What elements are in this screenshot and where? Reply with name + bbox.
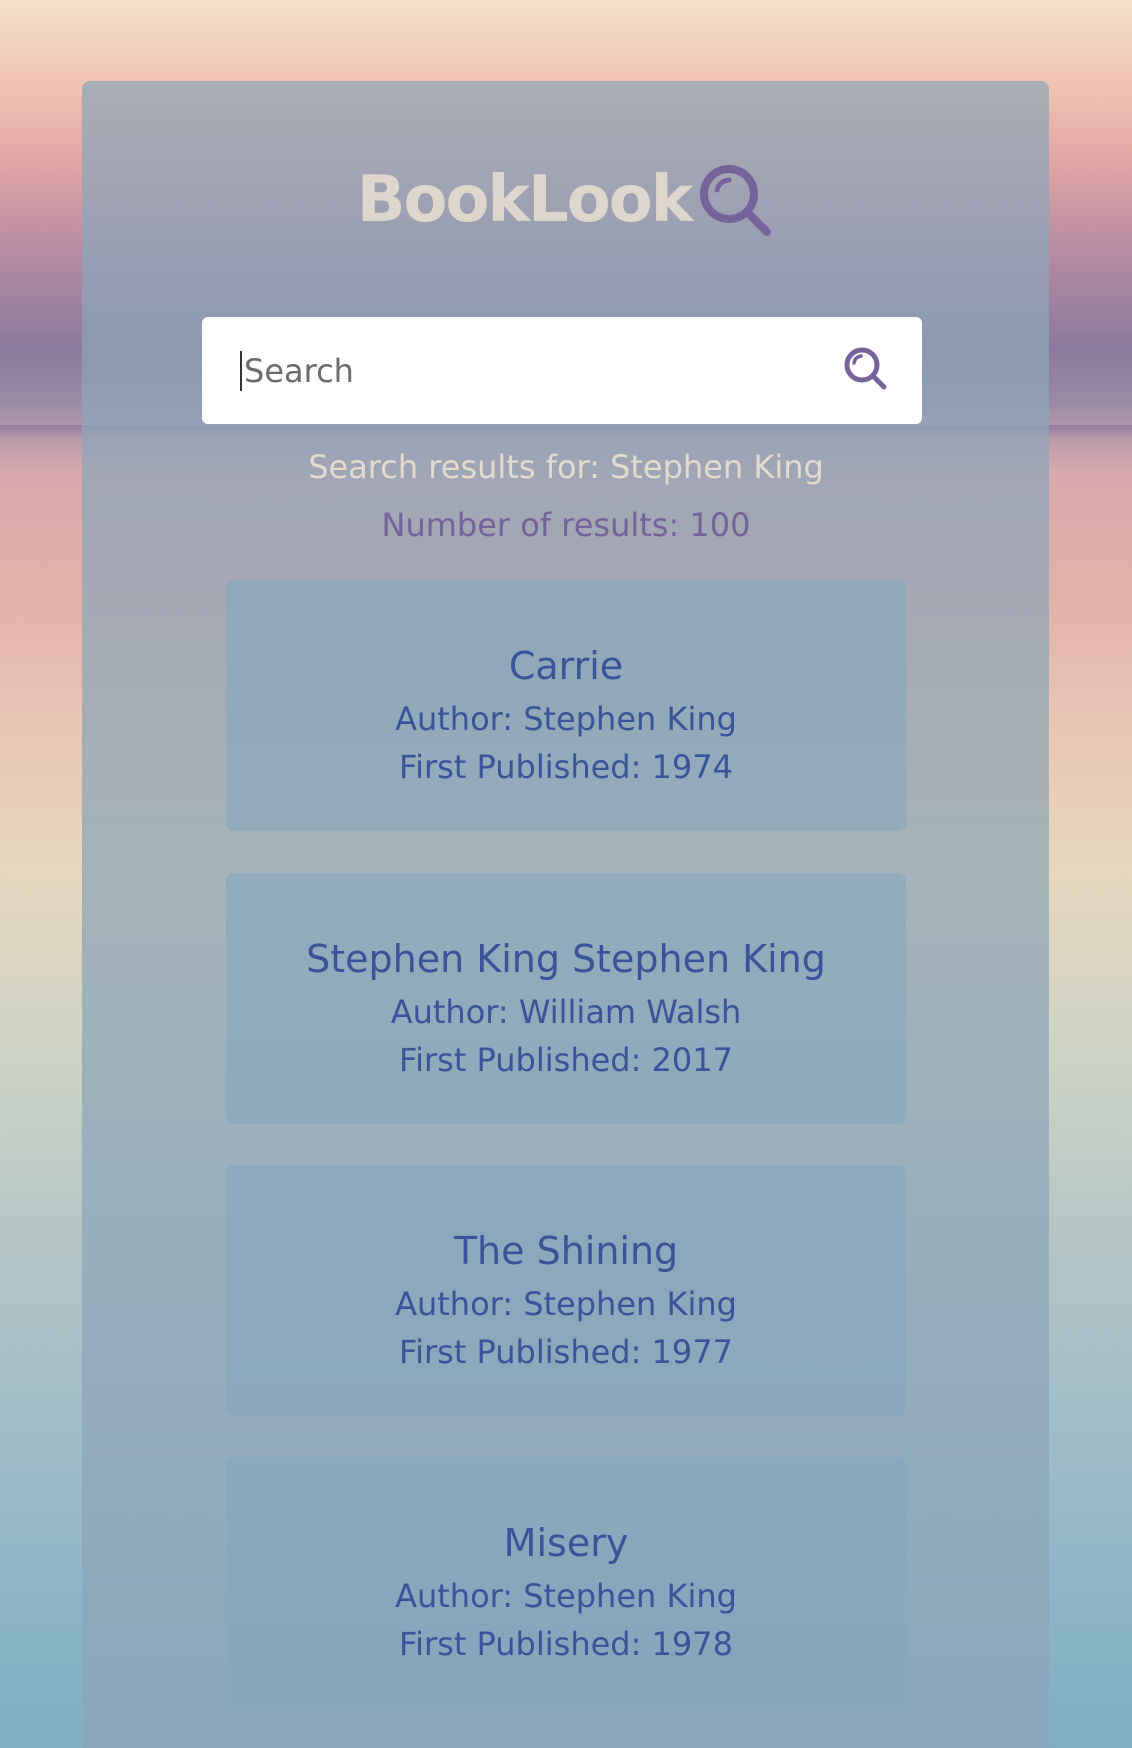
book-author: Author: Stephen King — [395, 1285, 737, 1323]
magnifier-icon — [700, 165, 772, 236]
book-first-published: First Published: 1977 — [399, 1333, 733, 1371]
book-title: Misery — [503, 1521, 629, 1565]
book-first-published: First Published: 1978 — [399, 1625, 733, 1663]
book-title: Carrie — [508, 644, 624, 688]
book-card[interactable]: The Shining Author: Stephen King First P… — [226, 1165, 906, 1416]
book-author: Author: Stephen King — [395, 700, 737, 738]
results-count: Number of results: 100 — [381, 506, 751, 544]
book-card[interactable]: Misery Author: Stephen King First Publis… — [226, 1457, 906, 1708]
book-author: Author: William Walsh — [390, 993, 742, 1031]
search-icon[interactable] — [840, 343, 892, 395]
book-card[interactable]: Stephen King Stephen King Author: Willia… — [226, 873, 906, 1124]
search-results-title: Search results for: Stephen King — [308, 448, 824, 486]
book-author: Author: Stephen King — [395, 1577, 737, 1615]
book-first-published: First Published: 1974 — [399, 748, 733, 786]
book-title: The Shining — [453, 1229, 679, 1273]
search-bar — [202, 317, 922, 424]
book-first-published: First Published: 2017 — [399, 1041, 733, 1079]
app-title: BookLook — [356, 163, 694, 237]
book-title: Stephen King Stephen King — [306, 937, 826, 981]
app-logo: BookLook — [0, 160, 1132, 260]
book-card[interactable]: Carrie Author: Stephen King First Publis… — [226, 580, 906, 831]
search-input[interactable] — [240, 350, 806, 391]
